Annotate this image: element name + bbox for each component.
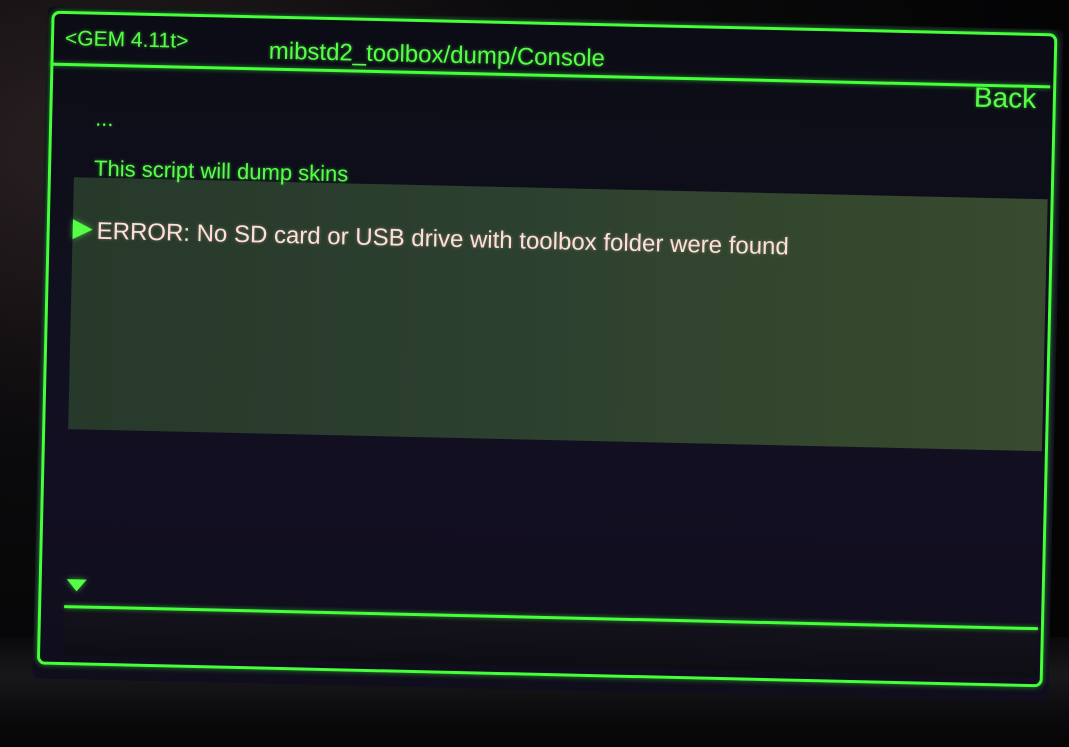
scroll-down-triangle-icon[interactable] (66, 579, 87, 592)
gem-version-label: <GEM 4.11t> (64, 26, 189, 53)
gem-screen: <GEM 4.11t> mibstd2_toolbox/dump/Console… (32, 6, 1064, 702)
console-line: ... (94, 105, 114, 132)
console-output: ... This script will dump skins ERROR: N… (64, 67, 1050, 625)
selected-row-highlight[interactable] (68, 177, 1048, 452)
pointer-arrow-icon (72, 219, 93, 240)
